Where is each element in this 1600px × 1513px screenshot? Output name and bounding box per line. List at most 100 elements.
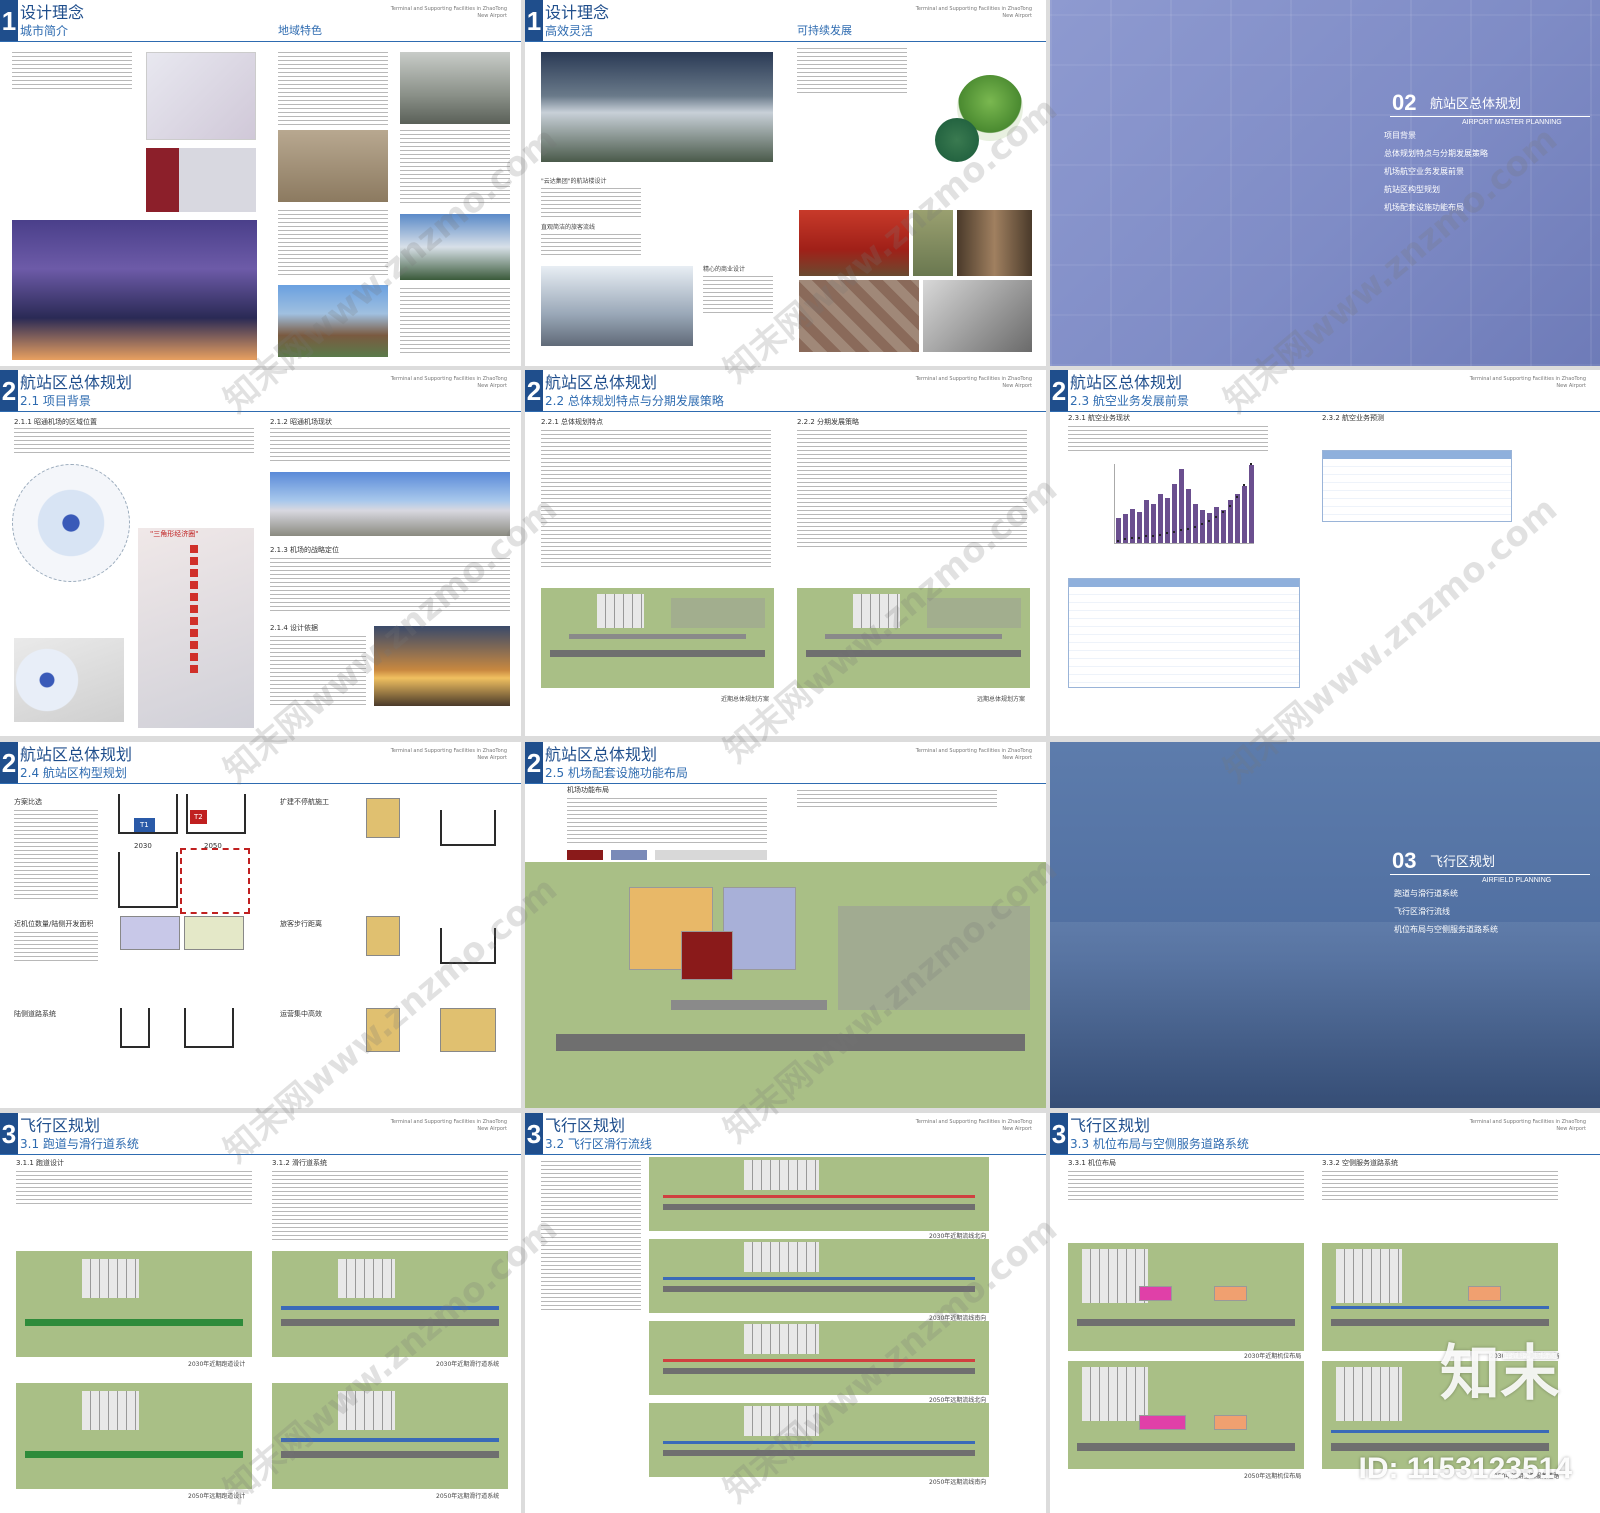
body-text (797, 48, 907, 96)
terminal-config-diagram (440, 810, 496, 846)
body-text (12, 52, 132, 92)
section-heading: 方案比选 (14, 798, 42, 806)
chart-point (1145, 535, 1147, 537)
china-map (14, 638, 124, 722)
terminal-config-diagram (118, 852, 178, 908)
page-6: 2 航站区总体规划 2.3 航空业务发展前景 Terminal and Supp… (1050, 370, 1600, 736)
body-text (270, 558, 510, 614)
gate-photo (278, 285, 388, 357)
chart-point (1180, 529, 1182, 531)
chart-bar (1221, 510, 1226, 543)
chart-bar (1165, 497, 1170, 543)
header-rule (1050, 1154, 1600, 1155)
caption: 2050年远期跑道设计 (188, 1493, 246, 1500)
caption: 2050年远期滑行道系统 (436, 1493, 500, 1500)
page-title: 飞行区规划 (20, 1116, 101, 1135)
body-text (272, 1171, 508, 1241)
caption: 2030年近期跑道设计 (188, 1361, 246, 1368)
section-heading: 扩建不停航施工 (280, 798, 329, 806)
sunset-plane-photo (374, 626, 510, 706)
body-text (541, 188, 641, 218)
presentation-sheet: 1 设计理念 城市简介 Terminal and Supporting Faci… (0, 0, 1600, 1513)
chart-bar (1249, 465, 1254, 543)
contents-item: 跑道与滑行道系统 (1394, 889, 1458, 898)
page-title: 航站区总体规划 (545, 745, 658, 764)
caption: 2050年远期机位布局 (1244, 1473, 1302, 1480)
body-text (270, 636, 366, 708)
caption: "云达集团"的航站楼设计 (541, 178, 607, 185)
doc-header: Terminal and Supporting Facilities in Zh… (390, 1119, 507, 1132)
corridor-photo (957, 210, 1032, 276)
city-night-photo (12, 220, 257, 360)
body-text (278, 210, 388, 276)
crew-photo (146, 148, 256, 212)
doc-header: Terminal and Supporting Facilities in Zh… (915, 376, 1032, 389)
section-number: 2 (0, 742, 18, 784)
page-title: 设计理念 (545, 3, 610, 22)
terminal-config-diagram (120, 916, 180, 950)
terminal-config-diagram (440, 1008, 496, 1052)
section-heading: 2.1.1 昭通机场的区域位置 (14, 418, 98, 426)
service-road-plan-2030 (1322, 1243, 1558, 1351)
section-title: 飞行区规划 (1430, 855, 1496, 870)
region-diagram (12, 464, 130, 582)
column-title: 可持续发展 (797, 24, 852, 37)
history-table (1068, 578, 1300, 688)
map-label: "三角形经济圈" (150, 530, 199, 538)
section-heading: 陆侧道路系统 (14, 1010, 56, 1018)
chart-point (1131, 536, 1133, 539)
year-label: 2030 (134, 842, 152, 850)
chart-point (1222, 511, 1224, 513)
chart-bar (1186, 488, 1191, 543)
caption: 2030年近期机位布局 (1244, 1353, 1302, 1360)
caption: 远期总体规划方案 (977, 696, 1026, 703)
doc-header: Terminal and Supporting Facilities in Zh… (915, 748, 1032, 761)
contents-item: 航站区构型规划 (1384, 185, 1440, 194)
body-text (14, 428, 254, 454)
doc-header: Terminal and Supporting Facilities in Zh… (1469, 376, 1586, 389)
interior-render-image (541, 266, 693, 346)
chart-bar (1235, 493, 1240, 543)
doc-header: Terminal and Supporting Facilities in Zh… (915, 1119, 1032, 1132)
doc-header: Terminal and Supporting Facilities in Zh… (390, 376, 507, 389)
mountain-cloud-photo (400, 214, 510, 280)
page-9-section-cover: 03 飞行区规划 AIRFIELD PLANNING 跑道与滑行道系统 飞行区滑… (1050, 742, 1600, 1108)
body-text (541, 1161, 641, 1311)
page-1: 1 设计理念 城市简介 Terminal and Supporting Faci… (0, 0, 521, 366)
doc-header: Terminal and Supporting Facilities in Zh… (390, 6, 507, 19)
chart-point (1187, 527, 1189, 530)
page-subtitle: 3.3 机位布局与空侧服务道路系统 (1070, 1137, 1249, 1151)
taxi-flow-plan (649, 1239, 989, 1313)
section-heading: 运营集中高效 (280, 1010, 322, 1018)
header-rule (0, 411, 521, 412)
contents-item: 机位布局与空侧服务道路系统 (1394, 925, 1498, 934)
page-subtitle: 2.5 机场配套设施功能布局 (545, 766, 688, 780)
column-title: 地域特色 (278, 24, 322, 37)
section-title-en: AIRPORT MASTER PLANNING (1462, 119, 1562, 126)
body-text (400, 130, 510, 204)
page-subtitle: 城市简介 (20, 24, 69, 38)
title-rule (1390, 874, 1590, 875)
page-title: 航站区总体规划 (20, 745, 133, 764)
taxiway-plan-2030 (272, 1251, 508, 1357)
caption: 直观简洁的旅客流线 (541, 224, 596, 231)
caption: 近期总体规划方案 (721, 696, 770, 703)
chart-point (1201, 523, 1203, 525)
section-number: 3 (1050, 1113, 1068, 1155)
chart-point (1152, 535, 1154, 537)
chart-point (1173, 530, 1175, 533)
sculpture-photo (923, 280, 1032, 352)
chart-bar (1172, 483, 1177, 543)
contents-item: 总体规划特点与分期发展策略 (1384, 149, 1488, 158)
section-heading: 2.1.2 昭通机场现状 (270, 418, 333, 426)
leaf-image (935, 118, 979, 162)
runway-plan-2050 (16, 1383, 252, 1489)
contents-item: 飞行区滑行流线 (1394, 907, 1450, 916)
section-number: 2 (525, 742, 543, 784)
doc-header: Terminal and Supporting Facilities in Zh… (1469, 1119, 1586, 1132)
section-number: 3 (525, 1113, 543, 1155)
chart-point (1229, 505, 1231, 507)
section-heading: 2.1.4 设计依据 (270, 624, 319, 632)
page-title: 飞行区规划 (545, 1116, 626, 1135)
page-2: 1 设计理念 高效灵活 Terminal and Supporting Faci… (525, 0, 1046, 366)
